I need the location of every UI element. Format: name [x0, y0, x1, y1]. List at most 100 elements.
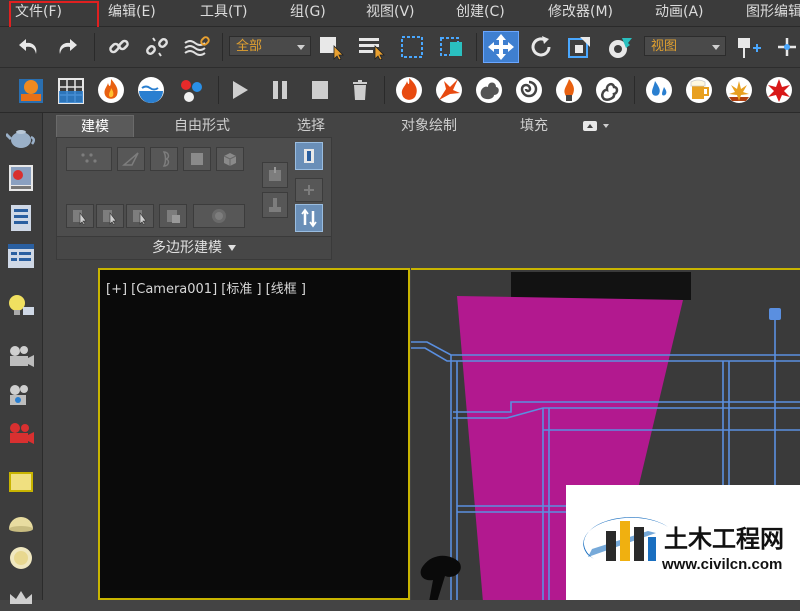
panel-label[interactable]: 多边形建模	[57, 236, 331, 259]
smoke-icon[interactable]	[472, 74, 506, 106]
hemisphere-icon[interactable]	[5, 507, 37, 537]
selection-filter-value: 全部	[236, 39, 263, 54]
toolbar-separator	[94, 33, 95, 61]
smoke-plume-icon[interactable]	[592, 74, 626, 106]
sphere-icon[interactable]	[5, 543, 37, 573]
pin-stack-icon[interactable]	[262, 162, 288, 188]
toolbar-separator	[476, 33, 477, 61]
select-and-place-icon[interactable]	[603, 33, 637, 61]
scene-explorer-icon[interactable]	[5, 203, 37, 233]
toolbar-separator	[384, 76, 385, 104]
secondary-toolbar	[0, 68, 800, 113]
camera-icon[interactable]	[5, 341, 37, 371]
panel-label-text: 多边形建模	[152, 240, 222, 256]
undo-icon[interactable]	[14, 33, 44, 61]
modifier-stack-icon[interactable]	[295, 142, 323, 170]
left-toolbar	[0, 113, 43, 604]
element-mode-icon[interactable]	[216, 147, 244, 171]
candle-flame-icon[interactable]	[552, 74, 586, 106]
menu-file[interactable]: 文件(F)	[15, 0, 62, 26]
shrink-grow-icon[interactable]	[159, 204, 187, 228]
play-icon[interactable]	[226, 76, 254, 104]
collapse-stack-icon[interactable]	[295, 178, 323, 202]
select-and-move-icon[interactable]	[483, 31, 519, 63]
light-bulb-icon[interactable]	[5, 291, 37, 321]
watermark-url: www.civilcn.com	[661, 556, 782, 573]
toolbar-separator	[222, 33, 223, 61]
window-crossing-icon[interactable]	[436, 33, 468, 61]
border-mode-icon[interactable]	[150, 147, 178, 171]
ribbon: 建模 自由形式 选择 对象绘制 填充 多边形建模	[50, 113, 800, 268]
video-camera-icon[interactable]	[5, 419, 37, 449]
menu-edit[interactable]: 编辑(E)	[108, 0, 156, 26]
panel-expand-icon	[228, 245, 236, 251]
camera-viewport[interactable]: [+] [Camera001] [标准 ] [线框 ]	[98, 268, 410, 600]
reference-coordinate-value: 视图	[651, 39, 678, 54]
delete-icon[interactable]	[346, 76, 374, 104]
menu-tools[interactable]: 工具(T)	[200, 0, 247, 26]
reference-coordinate-dropdown[interactable]: 视图	[644, 36, 726, 56]
crown-icon[interactable]	[5, 581, 37, 611]
soft-selection-icon[interactable]	[193, 204, 245, 228]
select-and-rotate-icon[interactable]	[525, 33, 557, 61]
menu-modifiers[interactable]: 修改器(M)	[548, 0, 613, 26]
tab-selection[interactable]: 选择	[276, 115, 346, 137]
menu-graph-editors[interactable]: 图形编辑	[746, 0, 800, 26]
select-object-icon[interactable]	[316, 33, 348, 61]
environment-icon[interactable]	[14, 74, 48, 106]
polygon-modeling-panel: 多边形建模	[56, 137, 332, 260]
toolbar-separator	[634, 76, 635, 104]
unlink-icon[interactable]	[142, 33, 172, 61]
layer-manager-icon[interactable]	[5, 241, 37, 271]
pause-icon[interactable]	[266, 76, 294, 104]
tab-populate[interactable]: 填充	[504, 115, 564, 137]
fire-effect-icon[interactable]	[94, 74, 128, 106]
rectangular-selection-region-icon[interactable]	[396, 33, 428, 61]
redo-icon[interactable]	[52, 33, 82, 61]
menu-create[interactable]: 创建(C)	[456, 0, 505, 26]
bind-space-warp-icon[interactable]	[180, 33, 214, 61]
ribbon-tabs: 建模 自由形式 选择 对象绘制 填充	[56, 115, 616, 138]
red-splash-icon[interactable]	[762, 74, 796, 106]
menu-view[interactable]: 视图(V)	[366, 0, 415, 26]
water-effect-icon[interactable]	[134, 74, 168, 106]
stop-icon[interactable]	[306, 76, 334, 104]
toolbar-separator	[218, 76, 219, 104]
tab-freeform[interactable]: 自由形式	[152, 115, 252, 137]
tab-modeling[interactable]: 建模	[56, 115, 134, 138]
material-editor-icon[interactable]	[5, 163, 37, 193]
link-icon[interactable]	[104, 33, 134, 61]
menu-animation[interactable]: 动画(A)	[655, 0, 704, 26]
viewport-label[interactable]: [+] [Camera001] [标准 ] [线框 ]	[106, 278, 306, 297]
polygon-mode-icon[interactable]	[183, 147, 211, 171]
pivot-center-icon[interactable]	[732, 33, 766, 61]
ribbon-options-button[interactable]	[576, 115, 616, 137]
swirl-icon[interactable]	[512, 74, 546, 106]
teapot-icon[interactable]	[5, 123, 37, 153]
water-drops-icon[interactable]	[642, 74, 676, 106]
explosion-icon[interactable]	[432, 74, 466, 106]
select-and-scale-icon[interactable]	[563, 33, 595, 61]
particle-dots-icon[interactable]	[174, 74, 208, 106]
menu-group[interactable]: 组(G)	[290, 0, 326, 26]
grid-water-icon[interactable]	[54, 74, 88, 106]
select-by-name-icon[interactable]	[354, 33, 388, 61]
beer-mug-icon[interactable]	[682, 74, 716, 106]
viewport-layout-icon[interactable]	[5, 467, 37, 497]
by-angle-icon[interactable]	[126, 204, 154, 228]
watermark: 土木工程网 www.civilcn.com	[566, 485, 800, 600]
tab-object-paint[interactable]: 对象绘制	[374, 115, 484, 137]
splash-icon[interactable]	[722, 74, 756, 106]
watermark-title: 土木工程网	[664, 526, 784, 553]
select-and-manipulate-icon[interactable]	[772, 33, 800, 61]
ignore-backfacing-icon[interactable]	[96, 204, 124, 228]
select-by-vertex-icon[interactable]	[66, 204, 94, 228]
edge-mode-icon[interactable]	[117, 147, 145, 171]
camera-target-icon[interactable]	[5, 381, 37, 411]
main-toolbar: 全部 视图	[0, 27, 800, 68]
selection-filter-dropdown[interactable]: 全部	[229, 36, 311, 56]
vertex-mode-icon[interactable]	[66, 147, 112, 171]
up-down-stack-icon[interactable]	[295, 204, 323, 232]
fireball-icon[interactable]	[392, 74, 426, 106]
show-end-result-icon[interactable]	[262, 192, 288, 218]
